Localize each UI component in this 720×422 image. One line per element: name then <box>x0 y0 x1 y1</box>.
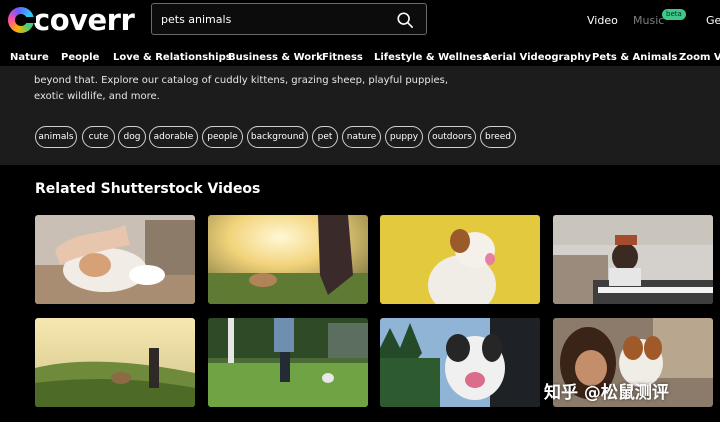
music-beta-badge: beta <box>662 9 686 20</box>
category-lifestyle-wellness[interactable]: Lifestyle & Wellness <box>374 52 488 63</box>
video-thumbnail-image <box>380 215 540 304</box>
nav-get-started[interactable]: Ge <box>706 0 720 40</box>
category-nature[interactable]: Nature <box>10 52 49 63</box>
category-people[interactable]: People <box>61 52 99 63</box>
video-thumbnail-dog-yellow-background[interactable] <box>380 215 540 304</box>
tag-nature[interactable]: nature <box>342 126 381 148</box>
category-love-relationships[interactable]: Love & Relationships <box>113 52 232 63</box>
video-thumbnail-cat-on-floor[interactable] <box>35 215 195 304</box>
tag-breed[interactable]: breed <box>480 126 516 148</box>
description-line-2: exotic wildlife, and more. <box>34 91 160 102</box>
video-thumbnail-dog-piano[interactable] <box>553 215 713 304</box>
tag-cute[interactable]: cute <box>82 126 115 148</box>
category-business-work[interactable]: Business & Work <box>228 52 323 63</box>
tag-adorable[interactable]: adorable <box>149 126 198 148</box>
description-text: beyond that. Explore our catalog of cudd… <box>34 73 464 105</box>
logo-text: coverr <box>33 3 135 37</box>
video-thumbnail-image <box>35 318 195 407</box>
search-input[interactable] <box>161 10 381 28</box>
video-thumbnail-image <box>380 318 540 407</box>
tag-background[interactable]: background <box>247 126 308 148</box>
tag-dog[interactable]: dog <box>118 126 146 148</box>
description-section: beyond that. Explore our catalog of cudd… <box>0 66 720 165</box>
category-pets-animals[interactable]: Pets & Animals <box>592 52 677 63</box>
watermark: 知乎 @松鼠测评 <box>544 383 669 403</box>
tag-puppy[interactable]: puppy <box>385 126 423 148</box>
video-thumbnail-person-dog-hill[interactable] <box>35 318 195 407</box>
description-line-1: beyond that. Explore our catalog of cudd… <box>34 75 449 86</box>
search-icon[interactable] <box>396 11 414 29</box>
nav-video[interactable]: Video <box>587 0 618 40</box>
related-videos-heading: Related Shutterstock Videos <box>35 181 261 197</box>
top-header: coverr Video Music beta Ge <box>0 0 720 40</box>
tag-outdoors[interactable]: outdoors <box>428 126 476 148</box>
logo-mark-icon <box>8 7 36 33</box>
category-zoom-virtual[interactable]: Zoom Vir <box>679 52 720 63</box>
tag-pet[interactable]: pet <box>312 126 338 148</box>
category-fitness[interactable]: Fitness <box>322 52 363 63</box>
tag-people[interactable]: people <box>202 126 243 148</box>
coverr-logo[interactable]: coverr <box>8 3 135 37</box>
video-thumbnail-dog-running-field[interactable] <box>208 215 368 304</box>
video-thumbnail-dog-car-window[interactable] <box>380 318 540 407</box>
video-thumbnail-image <box>553 215 713 304</box>
video-thumbnail-image <box>35 215 195 304</box>
video-thumbnail-image <box>208 318 368 407</box>
video-thumbnail-image <box>208 215 368 304</box>
search-box[interactable] <box>151 3 427 35</box>
category-aerial-videography[interactable]: Aerial Videography <box>483 52 591 63</box>
tag-animals[interactable]: animals <box>35 126 77 148</box>
video-thumbnail-woman-puppy-lawn[interactable] <box>208 318 368 407</box>
nav-music[interactable]: Music <box>633 0 664 40</box>
